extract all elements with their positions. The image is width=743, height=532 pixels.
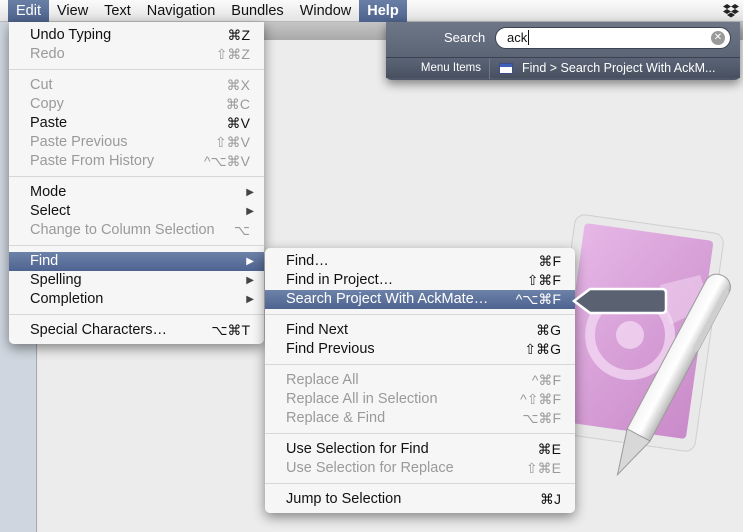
menu-separator	[265, 364, 575, 365]
menu-item-special-characters[interactable]: Special Characters… ⌥⌘T	[9, 321, 264, 340]
help-result-item[interactable]: Find > Search Project With AckM...	[522, 58, 715, 79]
menu-item-select[interactable]: Select ▶	[9, 202, 264, 221]
text-cursor	[528, 30, 530, 45]
menu-item-find-previous[interactable]: Find Previous ⇧⌘G	[265, 340, 575, 359]
chevron-right-icon: ▶	[246, 256, 254, 267]
menu-separator	[9, 69, 264, 70]
help-search-value: ack	[507, 30, 528, 45]
menu-item-cut: Cut ⌘X	[30, 77, 250, 93]
menu-bar: Edit View Text Navigation Bundles Window…	[0, 0, 743, 22]
menu-item-find[interactable]: Find ▶	[9, 252, 264, 271]
help-search-results: Menu Items Find > Search Project With Ac…	[386, 57, 740, 79]
menu-item-copy: Copy ⌘C	[30, 96, 250, 112]
menu-item-search-project-ackmate[interactable]: Search Project With AckMate… ^⌥⌘F	[265, 290, 575, 309]
menu-item-replace-all: Replace All ^⌘F	[286, 372, 561, 388]
menu-separator	[265, 433, 575, 434]
chevron-right-icon: ▶	[246, 294, 254, 305]
menu-item-spelling[interactable]: Spelling ▶	[9, 271, 264, 290]
menu-item-replace-and-find: Replace & Find ⌥⌘F	[286, 410, 561, 426]
menu-item-completion[interactable]: Completion ▶	[9, 290, 264, 309]
menu-item-undo-typing[interactable]: Undo Typing ⌘Z	[9, 26, 264, 45]
chevron-right-icon: ▶	[246, 206, 254, 217]
find-submenu: Find… ⌘F Find in Project… ⇧⌘F Search Proje…	[265, 248, 575, 513]
help-search-label: Search	[444, 30, 486, 45]
menu-item-paste-previous: Paste Previous ⇧⌘V	[30, 134, 250, 150]
menu-item-find-in-project[interactable]: Find in Project… ⇧⌘F	[265, 271, 575, 290]
menu-help[interactable]: Help	[359, 0, 407, 22]
edit-menu: Undo Typing ⌘Z Redo ⇧⌘Z Cut ⌘X Copy ⌘C Paste…	[9, 22, 264, 344]
menu-separator	[9, 245, 264, 246]
menu-separator	[265, 483, 575, 484]
menu-text[interactable]: Text	[96, 0, 139, 22]
menu-item-paste-from-history: Paste From History ^⌥⌘V	[30, 153, 250, 169]
menu-item-find-next[interactable]: Find Next ⌘G	[265, 321, 575, 340]
dropbox-icon[interactable]	[723, 3, 739, 19]
menu-item-use-selection-for-find[interactable]: Use Selection for Find ⌘E	[265, 440, 575, 459]
help-search-input[interactable]: ack ✕	[495, 27, 731, 49]
menu-separator	[265, 314, 575, 315]
help-results-category: Menu Items	[386, 58, 490, 79]
menu-item-use-selection-for-replace: Use Selection for Replace ⇧⌘E	[286, 460, 561, 476]
menu-window[interactable]: Window	[292, 0, 360, 22]
help-search-popover: Search ack ✕ Menu Items Find > Search Pr…	[386, 22, 740, 80]
menu-view[interactable]: View	[49, 0, 96, 22]
menu-item-jump-to-selection[interactable]: Jump to Selection ⌘J	[265, 490, 575, 509]
menu-navigation[interactable]: Navigation	[139, 0, 224, 22]
menu-item-redo: Redo ⇧⌘Z	[30, 46, 250, 62]
menu-item-paste[interactable]: Paste ⌘V	[9, 114, 264, 133]
menu-item-mode[interactable]: Mode ▶	[9, 183, 264, 202]
menu-bundles[interactable]: Bundles	[223, 0, 291, 22]
clear-search-icon[interactable]: ✕	[711, 31, 725, 45]
menu-item-change-to-column-selection: Change to Column Selection ⌥	[30, 222, 250, 238]
menu-edit[interactable]: Edit	[8, 0, 49, 22]
menu-item-find-ellipsis[interactable]: Find… ⌘F	[265, 252, 575, 271]
menu-separator	[9, 176, 264, 177]
chevron-right-icon: ▶	[246, 275, 254, 286]
menu-separator	[9, 314, 264, 315]
pointer-arrow-icon	[572, 287, 668, 315]
menu-item-replace-all-in-selection: Replace All in Selection ^⇧⌘F	[286, 391, 561, 407]
textmate-app-icon	[560, 214, 731, 477]
chevron-right-icon: ▶	[246, 187, 254, 198]
menu-item-icon	[499, 63, 513, 74]
